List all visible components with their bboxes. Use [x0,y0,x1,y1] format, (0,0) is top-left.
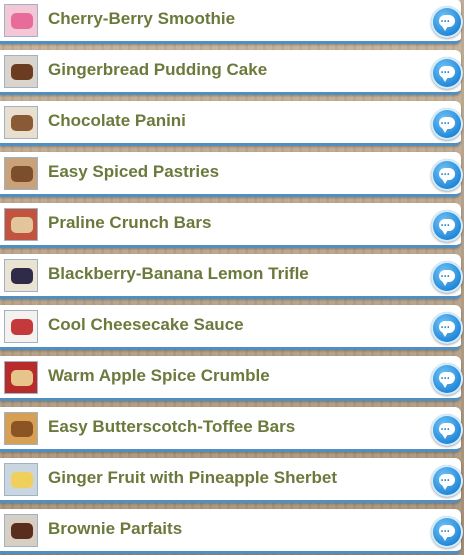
chat-bubble-icon[interactable]: ••• [431,159,463,191]
recipe-row[interactable]: Brownie Parfaits ••• [0,509,463,554]
recipe-title[interactable]: Blackberry-Banana Lemon Trifle [48,264,309,284]
ellipsis-dots: ••• [441,223,451,229]
chat-bubble-icon[interactable]: ••• [431,57,463,89]
ellipsis-dots: ••• [441,427,451,433]
chat-bubble-icon[interactable]: ••• [431,465,463,497]
recipe-row[interactable]: Praline Crunch Bars ••• [0,203,463,248]
chat-bubble-icon[interactable]: ••• [431,6,463,38]
recipe-row[interactable]: Blackberry-Banana Lemon Trifle ••• [0,254,463,299]
ellipsis-dots: ••• [441,376,451,382]
chat-bubble-icon[interactable]: ••• [431,210,463,242]
recipe-title[interactable]: Easy Spiced Pastries [48,162,219,182]
recipe-thumbnail[interactable] [4,208,38,241]
recipe-thumbnail[interactable] [4,310,38,343]
chat-bubble-icon[interactable]: ••• [431,516,463,548]
thumbnail-food [11,64,33,80]
recipe-thumbnail[interactable] [4,157,38,190]
thumbnail-food [11,421,33,437]
recipe-row[interactable]: Easy Spiced Pastries ••• [0,152,463,197]
thumbnail-food [11,268,33,284]
recipe-thumbnail[interactable] [4,259,38,292]
recipe-thumbnail[interactable] [4,55,38,88]
recipe-thumbnail[interactable] [4,106,38,139]
ellipsis-dots: ••• [441,70,451,76]
thumbnail-food [11,523,33,539]
recipe-title[interactable]: Brownie Parfaits [48,519,182,539]
ellipsis-dots: ••• [441,121,451,127]
recipe-title[interactable]: Ginger Fruit with Pineapple Sherbet [48,468,337,488]
thumbnail-food [11,370,33,386]
recipe-title[interactable]: Praline Crunch Bars [48,213,211,233]
recipe-list: Cherry-Berry Smoothie ••• Gingerbread Pudd… [0,0,464,555]
recipe-thumbnail[interactable] [4,361,38,394]
recipe-thumbnail[interactable] [4,412,38,445]
recipe-title[interactable]: Gingerbread Pudding Cake [48,60,267,80]
thumbnail-food [11,115,33,131]
recipe-title[interactable]: Cherry-Berry Smoothie [48,9,235,29]
recipe-title[interactable]: Warm Apple Spice Crumble [48,366,270,386]
thumbnail-food [11,217,33,233]
ellipsis-dots: ••• [441,478,451,484]
ellipsis-dots: ••• [441,325,451,331]
thumbnail-food [11,13,33,29]
chat-bubble-icon[interactable]: ••• [431,363,463,395]
ellipsis-dots: ••• [441,274,451,280]
recipe-row[interactable]: Ginger Fruit with Pineapple Sherbet ••• [0,458,463,503]
recipe-row[interactable]: Gingerbread Pudding Cake ••• [0,50,463,95]
ellipsis-dots: ••• [441,529,451,535]
recipe-thumbnail[interactable] [4,4,38,37]
thumbnail-food [11,472,33,488]
recipe-row[interactable]: Chocolate Panini ••• [0,101,463,146]
thumbnail-food [11,319,33,335]
recipe-row[interactable]: Warm Apple Spice Crumble ••• [0,356,463,401]
recipe-row[interactable]: Cherry-Berry Smoothie ••• [0,0,463,44]
recipe-title[interactable]: Cool Cheesecake Sauce [48,315,244,335]
chat-bubble-icon[interactable]: ••• [431,312,463,344]
recipe-title[interactable]: Chocolate Panini [48,111,186,131]
recipe-thumbnail[interactable] [4,463,38,496]
recipe-row[interactable]: Easy Butterscotch-Toffee Bars ••• [0,407,463,452]
thumbnail-food [11,166,33,182]
recipe-thumbnail[interactable] [4,514,38,547]
recipe-row[interactable]: Cool Cheesecake Sauce ••• [0,305,463,350]
recipe-title[interactable]: Easy Butterscotch-Toffee Bars [48,417,295,437]
ellipsis-dots: ••• [441,19,451,25]
chat-bubble-icon[interactable]: ••• [431,108,463,140]
chat-bubble-icon[interactable]: ••• [431,261,463,293]
chat-bubble-icon[interactable]: ••• [431,414,463,446]
ellipsis-dots: ••• [441,172,451,178]
